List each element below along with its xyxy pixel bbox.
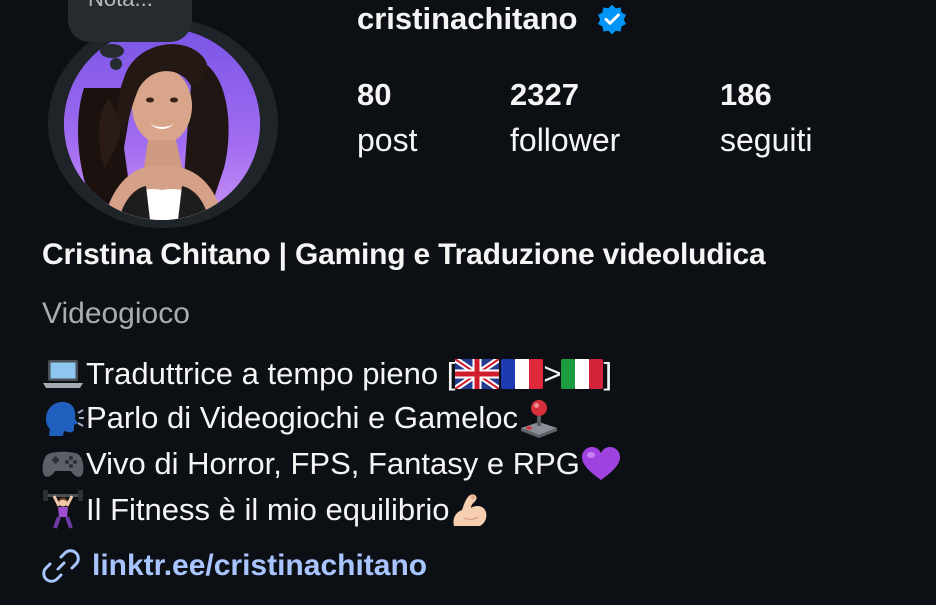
verified-badge-icon xyxy=(597,4,626,35)
stat-followers[interactable]: 2327 follower xyxy=(510,76,620,160)
followers-label: follower xyxy=(510,122,621,158)
bio-link-text[interactable]: linktr.ee/cristinachitano xyxy=(92,549,427,583)
stat-following[interactable]: 186 seguiti xyxy=(720,76,813,160)
following-count: 186 xyxy=(720,77,772,112)
france-flag-emoji xyxy=(501,359,544,389)
following-label: seguiti xyxy=(720,122,813,158)
bio-line-1-text: Traduttrice a tempo pieno [ xyxy=(86,356,456,391)
bio-line-2-text: Parlo di Videogiochi e Gameloc xyxy=(86,400,518,435)
bio-line-4-text: Il Fitness è il mio equilibrio xyxy=(86,492,450,527)
purple-heart-emoji xyxy=(580,446,622,482)
bio-line-1: Traduttrice a tempo pieno [ >] xyxy=(42,352,612,396)
full-name: Cristina Chitano | Gaming e Traduzione v… xyxy=(42,238,766,271)
weightlifter-emoji xyxy=(42,490,84,530)
bio-link[interactable]: linktr.ee/cristinachitano xyxy=(42,544,427,588)
speaking-head-emoji xyxy=(42,399,84,437)
uk-flag-emoji xyxy=(455,359,500,389)
username: cristinachitano xyxy=(357,1,578,36)
stat-posts[interactable]: 80 post xyxy=(357,76,417,160)
flexed-biceps-emoji xyxy=(450,490,490,530)
posts-count: 80 xyxy=(357,77,392,112)
username-row: cristinachitano xyxy=(357,0,628,38)
posts-label: post xyxy=(357,122,418,158)
avatar[interactable] xyxy=(64,28,260,220)
bio-line-2: Parlo di Videogiochi e Gameloc xyxy=(42,396,560,440)
laptop-emoji xyxy=(42,357,84,391)
note-placeholder: Nota... xyxy=(88,0,153,12)
gamepad-emoji xyxy=(42,448,84,480)
bio-line-3-text: Vivo di Horror, FPS, Fantasy e RPG xyxy=(86,446,580,481)
avatar-photo xyxy=(64,28,260,220)
link-icon xyxy=(42,549,80,583)
category-label[interactable]: Videogioco xyxy=(42,297,190,331)
bio-line-1-arrow: > xyxy=(543,356,562,391)
profile-screen: Nota... cristinachitano 80 post 2327 fol… xyxy=(0,0,936,605)
followers-count: 2327 xyxy=(510,77,579,112)
bio-line-3: Vivo di Horror, FPS, Fantasy e RPG xyxy=(42,442,622,486)
bio-line-4: Il Fitness è il mio equilibrio xyxy=(42,488,490,532)
note-bubble-tail-dot xyxy=(110,58,122,70)
bio-line-1-end: ] xyxy=(603,356,613,391)
note-bubble-tail xyxy=(100,44,124,58)
italy-flag-emoji xyxy=(561,359,604,389)
joystick-emoji xyxy=(518,398,560,438)
